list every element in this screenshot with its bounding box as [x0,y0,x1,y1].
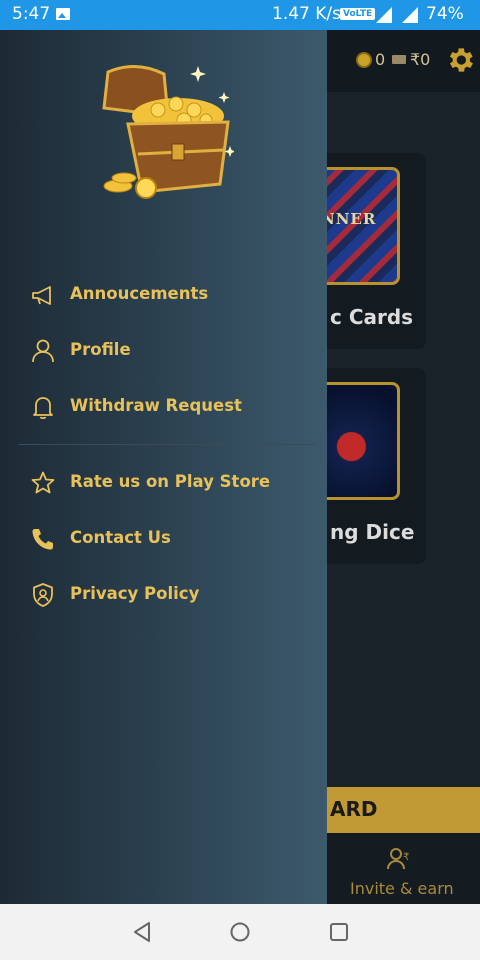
invite-user-icon[interactable]: ₹ [386,847,412,871]
leaderboard-label: ARD [330,797,378,821]
coin-icon [356,52,372,68]
game-thumbnail: NNER [318,167,400,285]
navigation-drawer: Annoucements Profile Withdraw Request Ra… [0,30,327,904]
menu-label: Contact Us [70,528,171,547]
cash-icon [392,55,406,64]
recents-icon[interactable] [328,921,350,943]
volte-badge: VoLTE [340,8,376,20]
phone-icon [32,529,53,550]
menu-item-profile[interactable]: Profile [0,326,327,376]
menu-item-privacy-policy[interactable]: Privacy Policy [0,570,327,620]
treasure-chest-icon [102,65,234,199]
person-icon [32,339,54,363]
menu-item-rate-us[interactable]: Rate us on Play Store [0,458,327,508]
menu-label: Rate us on Play Store [70,472,271,491]
invite-earn-label[interactable]: Invite & earn [350,879,454,898]
balance-value: ₹0 [410,50,431,69]
shield-user-icon [33,583,53,607]
menu-label: Profile [70,340,131,359]
home-icon[interactable] [229,921,251,943]
menu-label: Privacy Policy [70,584,200,603]
signal-icon-2 [402,7,418,23]
game-thumbnail [318,382,400,500]
star-icon [31,471,55,494]
status-bar: 5:47 1.47 K/s VoLTE 74% [0,0,480,30]
system-nav-bar [0,904,480,960]
battery-percent: 74% [426,4,464,24]
menu-item-contact-us[interactable]: Contact Us [0,514,327,564]
thumbnail-text: NNER [321,210,377,228]
menu-label: Withdraw Request [70,396,242,415]
status-time: 5:47 [12,4,51,24]
bell-icon [33,397,53,420]
svg-text:₹: ₹ [403,852,409,863]
back-icon[interactable] [132,921,152,943]
network-speed: 1.47 K/s [272,4,341,24]
gallery-icon [56,8,70,20]
menu-item-withdraw-request[interactable]: Withdraw Request [0,382,327,432]
coin-count: 0 [375,50,386,69]
menu-label: Annoucements [70,284,209,303]
game-label: c Cards [330,305,414,329]
gear-icon[interactable] [444,44,476,76]
menu-divider [18,444,316,445]
megaphone-icon [32,286,51,305]
menu-item-announcements[interactable]: Annoucements [0,270,327,320]
game-label: ng Dice [330,520,415,544]
signal-icon [376,7,392,23]
